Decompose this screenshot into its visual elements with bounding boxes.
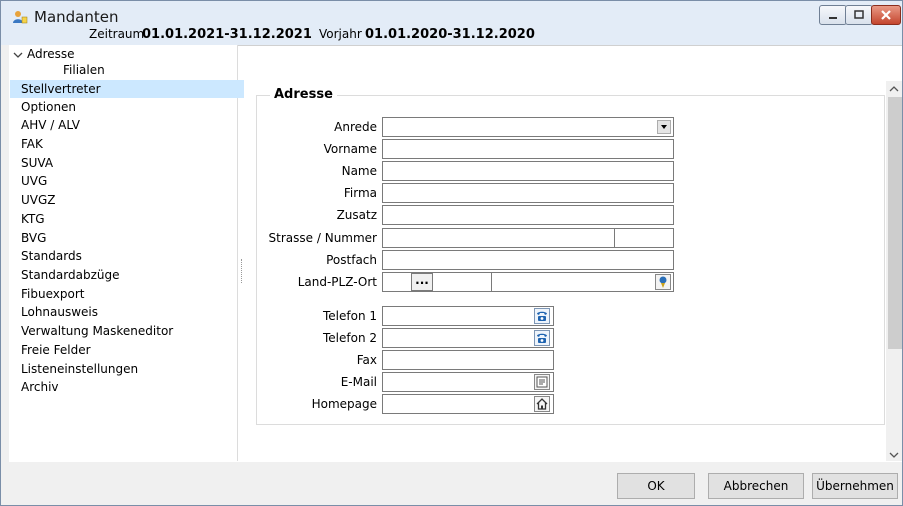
telefon2-field[interactable]: [382, 328, 554, 348]
scroll-up-icon[interactable]: [889, 85, 899, 93]
tree-item-optionen[interactable]: Optionen: [21, 98, 76, 116]
firma-label: Firma: [343, 186, 377, 200]
zeitraum-value: 01.01.2021-31.12.2021: [142, 27, 312, 42]
email-label: E-Mail: [340, 375, 377, 389]
minimize-button[interactable]: [819, 5, 847, 25]
tree-item-ktg[interactable]: KTG: [21, 210, 45, 228]
minimize-icon: [829, 17, 837, 19]
tree-item-archiv[interactable]: Archiv: [21, 378, 59, 396]
strasse-field[interactable]: [382, 228, 615, 248]
fax-field[interactable]: [382, 350, 554, 370]
home-icon[interactable]: [534, 396, 550, 412]
scroll-down-icon[interactable]: [889, 451, 899, 459]
close-icon: [881, 10, 891, 20]
homepage-field[interactable]: [382, 394, 554, 414]
tree-item-freie-felder[interactable]: Freie Felder: [21, 341, 91, 359]
group-title: Adresse: [270, 87, 337, 102]
tree-item-uvgz[interactable]: UVGZ: [21, 191, 56, 209]
postfach-field[interactable]: [382, 250, 674, 270]
firma-field[interactable]: [382, 183, 674, 203]
name-field[interactable]: [382, 161, 674, 181]
anrede-select[interactable]: [382, 117, 674, 137]
maximize-button[interactable]: [845, 5, 873, 25]
tree-item-verwaltung-maskeneditor[interactable]: Verwaltung Maskeneditor: [21, 322, 173, 340]
telefon1-field[interactable]: [382, 306, 554, 326]
telefon1-label: Telefon 1: [322, 309, 377, 323]
maximize-icon: [854, 10, 864, 19]
tree-item-fibuexport[interactable]: Fibuexport: [21, 285, 84, 303]
zusatz-label: Zusatz: [336, 208, 377, 222]
nummer-field[interactable]: [614, 228, 674, 248]
tree-item-stellvertreter[interactable]: Stellvertreter: [10, 80, 244, 98]
tree-item-listeneinstellungen[interactable]: Listeneinstellungen: [21, 360, 138, 378]
tree-item-uvg[interactable]: UVG: [21, 172, 47, 190]
tree-item-standards[interactable]: Standards: [21, 247, 82, 265]
telefon2-label: Telefon 2: [322, 331, 377, 345]
homepage-label: Homepage: [311, 397, 377, 411]
plz-field[interactable]: [433, 273, 492, 291]
ort-field[interactable]: [492, 273, 652, 291]
postfach-label: Postfach: [326, 253, 377, 267]
title-bar: Mandanten Zeitraum 01.01.2021-31.12.2021…: [1, 1, 902, 45]
vorname-label: Vorname: [323, 142, 377, 156]
zeitraum-label: Zeitraum: [89, 27, 145, 41]
ok-button[interactable]: OK: [617, 473, 695, 499]
apply-button[interactable]: Übernehmen: [812, 473, 898, 499]
vorname-field[interactable]: [382, 139, 674, 159]
vorjahr-label: Vorjahr: [319, 27, 362, 41]
chevron-down-icon[interactable]: [13, 52, 23, 60]
tree-item-lohnausweis[interactable]: Lohnausweis: [21, 303, 98, 321]
email-icon[interactable]: [534, 374, 550, 390]
tree-item-ahv-alv[interactable]: AHV / ALV: [21, 116, 80, 134]
fax-label: Fax: [356, 353, 377, 367]
location-pin-icon[interactable]: [655, 274, 671, 290]
tree-item-suva[interactable]: SUVA: [21, 154, 53, 172]
strasse-label: Strasse / Nummer: [268, 231, 377, 245]
tree-item-fak[interactable]: FAK: [21, 135, 43, 153]
zusatz-field[interactable]: [382, 205, 674, 225]
name-label: Name: [341, 164, 377, 178]
anrede-label: Anrede: [334, 120, 377, 134]
phone-icon[interactable]: [534, 308, 550, 324]
splitter-handle[interactable]: [241, 259, 244, 283]
tree-item-bvg[interactable]: BVG: [21, 229, 46, 247]
navigation-tree: Adresse Filialen Stellvertreter Optionen…: [9, 45, 244, 461]
mandanten-icon: [13, 11, 28, 24]
email-field[interactable]: [382, 372, 554, 392]
scroll-thumb[interactable]: [888, 97, 902, 349]
tree-item-filialen[interactable]: Filialen: [63, 61, 105, 79]
land-plz-ort-row: ...: [382, 272, 674, 292]
mandanten-window: Mandanten Zeitraum 01.01.2021-31.12.2021…: [0, 0, 903, 506]
cancel-button[interactable]: Abbrechen: [708, 473, 804, 499]
chevron-down-icon[interactable]: [657, 120, 671, 134]
window-title: Mandanten: [34, 8, 119, 26]
vorjahr-value: 01.01.2020-31.12.2020: [365, 27, 535, 42]
land-plz-ort-label: Land-PLZ-Ort: [297, 275, 377, 289]
phone-icon[interactable]: [534, 330, 550, 346]
land-lookup-button[interactable]: ...: [411, 273, 433, 291]
close-button[interactable]: [871, 5, 901, 25]
tree-item-standardabzuege[interactable]: Standardabzüge: [21, 266, 119, 284]
